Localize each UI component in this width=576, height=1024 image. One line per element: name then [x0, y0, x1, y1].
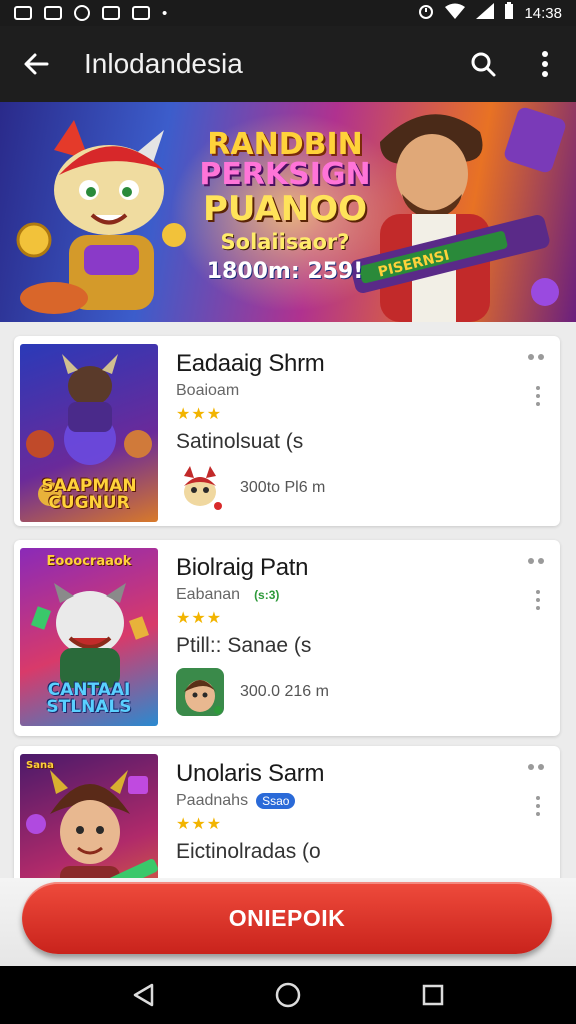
card-handle-icon[interactable]	[528, 558, 544, 564]
rating-stars: ★★★	[176, 610, 223, 627]
banner-line: Solaiisaor?	[220, 230, 350, 254]
page-title: Inlodandesia	[84, 48, 243, 79]
rating-stars: ★★★	[176, 816, 223, 833]
app-card[interactable]: SAAPMAN CUGNUR Eadaaig Shrm Boaioam ★★★ …	[14, 336, 560, 526]
banner-line: PERKSIGN	[199, 157, 371, 192]
app-category: Eabanan	[176, 586, 241, 603]
search-button[interactable]	[452, 26, 514, 102]
thumbnail-badge: Sana	[26, 760, 54, 771]
card-more-icon[interactable]	[536, 796, 540, 816]
developer-row: 300.0 216 m	[176, 668, 329, 716]
card-more-icon[interactable]	[536, 590, 540, 610]
app-title: Eadaaig Shrm	[176, 350, 325, 377]
nav-recents-icon	[423, 984, 444, 1006]
banner-creature-illustration	[16, 120, 186, 314]
promo-banner[interactable]: PISERNSI RANDBIN PERKSIGN PUANOO Solaiis…	[0, 102, 576, 322]
cta-container: ONIEPOIK	[0, 878, 576, 966]
card-handle-icon[interactable]	[528, 764, 544, 770]
status-notification-icons: •	[14, 5, 167, 22]
clock: 14:38	[524, 4, 562, 22]
more-notifications-icon: •	[162, 4, 168, 22]
banner-line: 1800m: 259!	[206, 259, 364, 284]
app-description: Eictinolradas (o	[176, 840, 321, 863]
app-bar: Inlodandesia	[0, 26, 576, 102]
nav-back-icon	[133, 983, 153, 1007]
system-nav-bar	[0, 966, 576, 1024]
app-list: SAAPMAN CUGNUR Eadaaig Shrm Boaioam ★★★ …	[0, 322, 576, 882]
app-tag: (s:3)	[254, 588, 280, 602]
wifi-icon	[444, 3, 466, 23]
thumbnail-art	[26, 770, 158, 882]
thumbnail-caption: SAAPMAN CUGNUR	[41, 476, 137, 513]
nav-back-button[interactable]	[113, 966, 173, 1024]
thumbnail-banner: Eooocraaok	[46, 554, 132, 569]
notification-icon	[14, 6, 32, 20]
app-description: Satinolsuat (s	[176, 430, 304, 453]
app-subtitle: Paadnahs Ssao	[176, 792, 296, 810]
more-options-button[interactable]	[514, 26, 576, 102]
nav-recents-button[interactable]	[403, 966, 463, 1024]
app-subtitle: Eabanan (s:3)	[176, 586, 285, 604]
signal-icon	[476, 3, 495, 23]
banner-line: RANDBIN	[207, 127, 363, 162]
primary-action-button[interactable]: ONIEPOIK	[22, 882, 552, 954]
battery-icon	[504, 2, 514, 24]
rating-stars: ★★★	[176, 406, 223, 423]
developer-row: 300to Pl6 m	[176, 464, 325, 512]
app-description: Ptill:: Sanae (s	[176, 634, 312, 657]
notification-icon	[44, 6, 62, 20]
developer-avatar	[176, 668, 224, 716]
nav-home-icon	[275, 982, 301, 1008]
app-tag: Ssao	[256, 793, 296, 809]
developer-info: 300to Pl6 m	[240, 479, 326, 496]
app-title: Biolraig Patn	[176, 554, 309, 581]
app-category: Paadnahs	[176, 792, 249, 809]
search-icon	[471, 52, 496, 77]
nav-home-button[interactable]	[258, 966, 318, 1024]
banner-line: PUANOO	[202, 189, 368, 229]
developer-avatar	[176, 464, 224, 512]
banner-headline: RANDBIN PERKSIGN PUANOO Solaiisaor? 1800…	[190, 130, 380, 283]
thumbnail-caption: CANTAAI STLNALS	[46, 680, 132, 717]
app-thumbnail: Sana	[20, 754, 158, 882]
app-subtitle: Boaioam	[176, 382, 239, 400]
status-bar: • 14:38	[0, 0, 576, 26]
app-thumbnail: SAAPMAN CUGNUR	[20, 344, 158, 522]
back-button[interactable]	[0, 26, 72, 102]
back-arrow-icon	[24, 53, 49, 75]
card-handle-icon[interactable]	[528, 354, 544, 360]
notification-icon	[132, 6, 150, 20]
more-vert-icon	[542, 51, 548, 77]
app-title: Unolaris Sarm	[176, 760, 325, 787]
notification-icon	[102, 6, 120, 20]
card-more-icon[interactable]	[536, 386, 540, 406]
alarm-icon	[418, 2, 434, 24]
developer-info: 300.0 216 m	[240, 683, 329, 700]
app-card[interactable]: Eooocraaok CANTAAI STLNALS Biolraig Patn…	[14, 540, 560, 736]
app-category: Boaioam	[176, 382, 240, 399]
app-card[interactable]: Sana Unolaris Sarm Paadnahs Ssao ★★★ Eic…	[14, 746, 560, 882]
notification-icon	[74, 5, 90, 21]
app-thumbnail: Eooocraaok CANTAAI STLNALS	[20, 548, 158, 726]
